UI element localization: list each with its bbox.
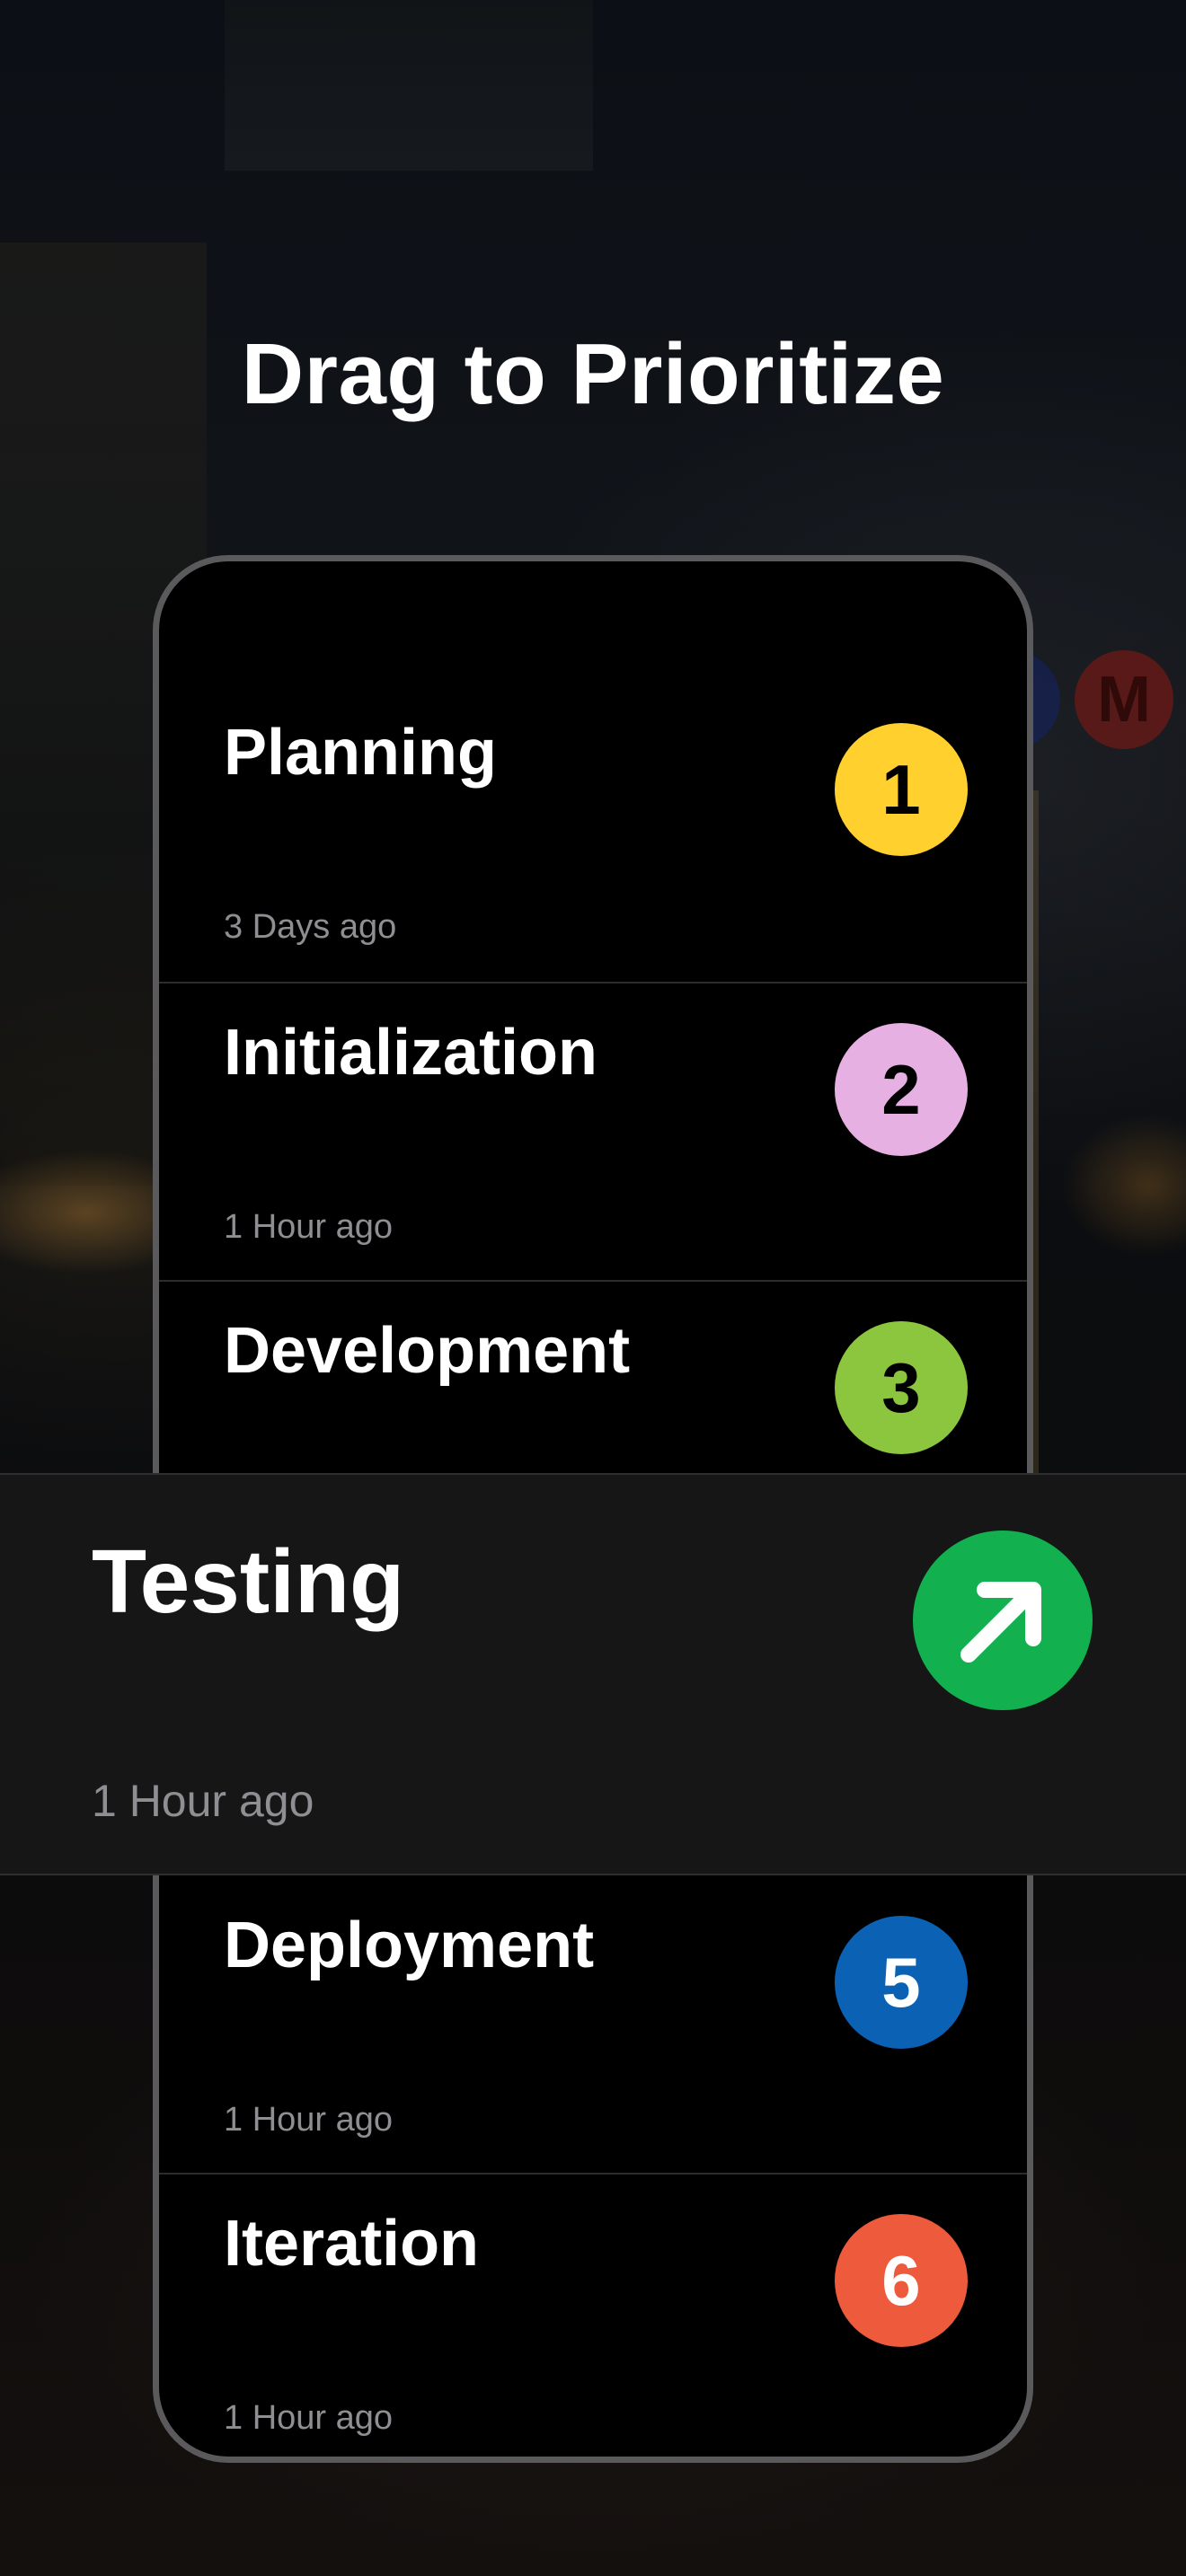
- arrow-up-right-icon: [960, 1582, 1041, 1663]
- priority-badge-2[interactable]: 2: [835, 1023, 968, 1156]
- list-item-time: 1 Hour ago: [224, 2399, 394, 2437]
- list-item-time: 3 Days ago: [224, 908, 397, 946]
- list-item-title: Planning: [224, 717, 497, 789]
- list-item-initialization[interactable]: Initialization 2 1 Hour ago: [159, 984, 1027, 1282]
- priority-number: 6: [881, 2240, 921, 2320]
- priority-badge-5[interactable]: 5: [835, 1916, 968, 2049]
- list-item-title: Iteration: [224, 2208, 480, 2280]
- priority-number: 2: [881, 1049, 921, 1129]
- priority-badge-6[interactable]: 6: [835, 2214, 968, 2347]
- list-item-iteration[interactable]: Iteration 6 1 Hour ago: [159, 2175, 1027, 2457]
- list-item-time: 1 Hour ago: [224, 2101, 394, 2139]
- list-item-deployment[interactable]: Deployment 5 1 Hour ago: [159, 1876, 1027, 2175]
- list-item-title: Initialization: [224, 1017, 598, 1089]
- priority-badge-3[interactable]: 3: [835, 1321, 968, 1454]
- background-building: [225, 0, 593, 171]
- priority-number: 1: [881, 749, 921, 829]
- dragging-item-title: Testing: [92, 1531, 405, 1632]
- list-item-title: Development: [224, 1315, 631, 1387]
- priority-number: 3: [881, 1347, 921, 1427]
- background-door-frame: [1033, 790, 1186, 1473]
- dragging-list-item-testing[interactable]: Testing 1 Hour ago: [0, 1473, 1186, 1875]
- background-sign-m: M: [1075, 650, 1173, 749]
- drag-indicator-badge[interactable]: [913, 1531, 1093, 1710]
- page-title: Drag to Prioritize: [241, 326, 945, 422]
- priority-badge-1[interactable]: 1: [835, 723, 968, 856]
- list-item-title: Deployment: [224, 1910, 595, 1981]
- dragging-item-time: 1 Hour ago: [92, 1776, 314, 1826]
- app-screen: M Drag to Prioritize Planning 1 3 Days a…: [0, 0, 1186, 2576]
- list-item-planning[interactable]: Planning 1 3 Days ago: [159, 561, 1027, 984]
- priority-number: 5: [881, 1942, 921, 2022]
- list-item-time: 1 Hour ago: [224, 1208, 394, 1246]
